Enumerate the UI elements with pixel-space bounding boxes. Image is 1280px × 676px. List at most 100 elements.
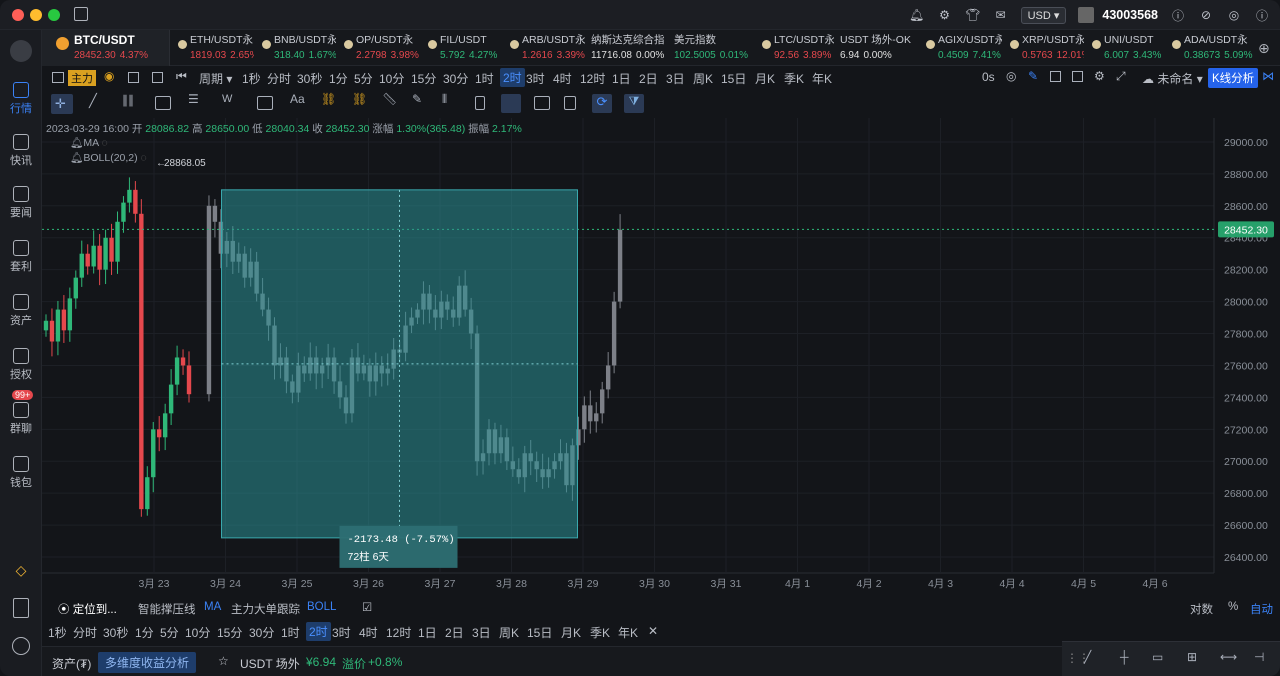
settings-gear-icon[interactable] [12,637,30,655]
analysis-button[interactable]: 多维度收益分析 [98,652,197,673]
measure-tool-icon[interactable] [257,96,273,110]
compass-icon[interactable]: ◉ [104,69,114,83]
top-period-19[interactable]: 季K [784,70,804,87]
bottom-period-8[interactable]: 1时 [281,624,300,641]
ticker-1[interactable]: ETH/USDT永 1819.032.65% [176,34,254,62]
top-period-4[interactable]: 5分 [354,70,373,87]
ticker-3[interactable]: OP/USDT永 2.2798 3.98% [342,34,420,62]
minimize-window-button[interactable] [30,9,42,21]
expand-icon[interactable]: ⤢ [1116,69,1126,84]
mail-icon[interactable]: ✉︎ [993,7,1009,23]
main-force-toggle[interactable]: 主力 [68,70,96,86]
bottom-period-11[interactable]: 4时 [359,624,378,641]
bottom-period-2[interactable]: 30秒 [103,624,128,641]
sidebar-item-news[interactable]: 要闻 [0,186,42,220]
ticker-2[interactable]: BNB/USDT永 318.40 1.67% [260,34,336,62]
ma-indicator-label[interactable]: 🔔︎MA ◌ [70,136,108,149]
bottom-period-20[interactable]: 年K [618,624,638,641]
ticker-9[interactable]: USDT 场外-OK 6.94 0.00% [840,34,918,62]
bottom-period-18[interactable]: 月K [561,624,581,641]
top-period-6[interactable]: 15分 [411,70,436,87]
pattern-tool-icon[interactable]: ⛓︎ [321,92,337,106]
chart-type-icon[interactable] [52,72,64,83]
bottom-period-15[interactable]: 3日 [472,624,491,641]
ticker-5[interactable]: ARB/USDT永 1.2616 3.39% [508,34,585,62]
assets-label[interactable]: 资产(₮) [52,655,91,672]
top-period-14[interactable]: 2日 [639,70,658,87]
bottom-period-6[interactable]: 15分 [217,624,242,641]
top-period-17[interactable]: 15日 [721,70,746,87]
ticker-4[interactable]: FIL/USDT 5.792 4.27% [426,34,502,62]
gear-icon[interactable]: ⚙︎ [1094,69,1105,83]
cycle-dropdown[interactable]: 周期 ▾ [199,70,232,87]
bottom-period-19[interactable]: 季K [590,624,610,641]
crosshair-icon[interactable]: ⊞ [1187,650,1197,664]
ticker-0[interactable]: BTC/USDT 28452.30 4.37% [42,30,170,66]
info-icon[interactable]: ⓘ [1254,7,1270,23]
locate-button[interactable]: ⦿ 定位到... [58,601,117,617]
bottom-period-7[interactable]: 30分 [249,624,274,641]
sync-tool-icon[interactable]: ⟳ [592,94,612,113]
edit-tool-icon[interactable] [534,96,550,110]
support-line-toggle[interactable]: 智能撑压线 [138,601,196,617]
log-scale-toggle[interactable]: 对数 [1190,601,1213,617]
diamond-icon[interactable]: ◇ [12,562,30,578]
line-tool-icon[interactable]: ╱ [89,93,105,108]
mute-icon[interactable]: ⊘ [1198,7,1214,23]
bell-icon[interactable]: 🔔︎ [909,7,925,23]
percent-scale-toggle[interactable]: % [1228,601,1238,613]
auto-scale-toggle[interactable]: 自动 [1250,601,1273,617]
window-icon[interactable] [1050,71,1061,82]
top-period-10[interactable]: 3时 [526,70,545,87]
pen-icon[interactable]: ✎ [1028,69,1038,83]
close-periods-icon[interactable]: ✕ [648,624,658,638]
top-period-7[interactable]: 30分 [443,70,468,87]
camera-icon[interactable]: ◎ [1006,69,1016,83]
magnet-tool-icon[interactable] [501,94,521,113]
top-period-0[interactable]: 1秒 [242,70,261,87]
bottom-period-10[interactable]: 3时 [332,624,351,641]
candles-tool-icon[interactable]: ⫴ [442,92,458,106]
main-flow-toggle[interactable]: 主力大单跟踪 [231,601,300,617]
top-period-12[interactable]: 12时 [580,70,605,87]
ticker-11[interactable]: XRP/USDT永 0.576312.01% [1008,34,1084,62]
top-period-9[interactable]: 2时 [500,68,525,87]
top-period-13[interactable]: 1日 [612,70,631,87]
top-period-1[interactable]: 分时 [267,70,291,87]
bottom-period-4[interactable]: 5分 [160,624,179,641]
bottom-period-1[interactable]: 分时 [73,624,97,641]
split-icon[interactable] [1072,71,1083,82]
wave-tool-icon[interactable]: W [222,93,238,107]
bottom-period-9[interactable]: 2时 [306,622,331,641]
price-line-icon[interactable]: ▭ [1152,650,1163,664]
crosshair-tool[interactable]: ✛ [51,94,73,114]
calendar-icon[interactable] [128,72,139,83]
bottom-period-16[interactable]: 周K [499,624,519,641]
sidebar-item-wallet[interactable]: 钱包 [0,456,42,490]
rewind-icon[interactable]: ⏮︎ [176,69,187,84]
add-ticker-icon[interactable]: ⊕ [1258,40,1270,57]
trendline-icon[interactable]: ╱ [1084,650,1091,664]
bottom-period-12[interactable]: 12时 [386,624,411,641]
parallel-tool-icon[interactable]: ∥∥ [122,93,138,107]
bottom-period-14[interactable]: 2日 [445,624,464,641]
brush-tool-icon[interactable]: ✎ [412,92,428,106]
new-window-icon[interactable] [74,7,88,21]
status-icon[interactable]: ◎ [1226,7,1242,23]
pin-icon[interactable]: ☆ [218,654,229,668]
top-period-11[interactable]: 4时 [553,70,572,87]
pattern2-tool-icon[interactable]: ⛓︎ [352,92,368,106]
top-period-8[interactable]: 1时 [475,70,494,87]
layout-icon[interactable] [152,72,163,83]
edit-indicators-icon[interactable]: ☑︎ [362,600,372,614]
sidebar-item-arbitrage[interactable]: 套利 [0,240,42,274]
top-period-3[interactable]: 1分 [329,70,348,87]
user-id[interactable]: 43003568 [1102,8,1158,22]
sidebar-item-market[interactable]: 行情 [0,82,42,116]
filter-tool-icon[interactable]: ⧩ [624,94,644,113]
ticker-7[interactable]: 美元指数 102.5005 0.01% [674,34,754,62]
phone-icon[interactable] [13,598,29,618]
currency-select[interactable]: USD ▾ [1020,6,1067,24]
top-period-15[interactable]: 3日 [666,70,685,87]
settings-icon[interactable]: ⚙︎ [937,7,953,23]
